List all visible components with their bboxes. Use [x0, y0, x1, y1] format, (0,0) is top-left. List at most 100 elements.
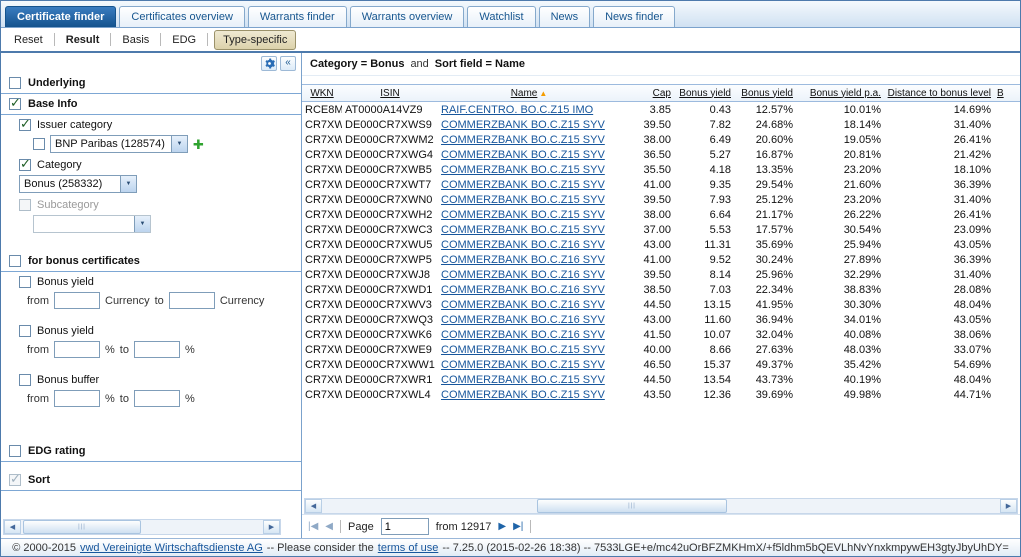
column-header-cap[interactable]: Cap	[620, 88, 674, 99]
next-page-icon[interactable]: ▶	[498, 521, 506, 532]
scrollbar-track[interactable]: |||	[322, 499, 1000, 513]
scroll-left-icon[interactable]: ◀	[305, 499, 322, 513]
subtab-edg[interactable]: EDG	[167, 32, 201, 48]
issuer-category-checkbox[interactable]	[19, 119, 31, 131]
subtab-reset[interactable]: Reset	[9, 32, 48, 48]
issuer-item-checkbox[interactable]	[33, 138, 45, 150]
to-input[interactable]	[134, 341, 180, 358]
to-input[interactable]	[169, 292, 215, 309]
table-row[interactable]: CR7XWT DE000CR7XWT7 COMMERZBANK BO.C.Z15…	[302, 177, 1020, 192]
last-page-icon[interactable]: ▶|	[513, 521, 523, 532]
edg-rating-checkbox[interactable]	[9, 445, 21, 457]
scroll-right-icon[interactable]: ▶	[1000, 499, 1017, 513]
table-row[interactable]: CR7XWR DE000CR7XWR1 COMMERZBANK BO.C.Z15…	[302, 372, 1020, 387]
sort-checkbox[interactable]	[9, 474, 21, 486]
column-header-distance[interactable]: Distance to bonus level	[884, 88, 994, 99]
scrollbar-thumb[interactable]: |||	[537, 499, 727, 513]
table-row[interactable]: CR7XWD DE000CR7XWD1 COMMERZBANK BO.C.Z16…	[302, 282, 1020, 297]
certificate-name-link[interactable]: COMMERZBANK BO.C.Z16 SYV	[441, 299, 605, 311]
column-header-isin[interactable]: ISIN	[342, 88, 438, 99]
certificate-name-link[interactable]: COMMERZBANK BO.C.Z15 SYV	[441, 134, 605, 146]
certificate-name-link[interactable]: COMMERZBANK BO.C.Z15 SYV	[441, 344, 605, 356]
issuer-select[interactable]: BNP Paribas (128574) ▼	[50, 135, 188, 153]
tab-warrants-overview[interactable]: Warrants overview	[350, 6, 465, 27]
table-row[interactable]: CR7XWS DE000CR7XWS9 COMMERZBANK BO.C.Z15…	[302, 117, 1020, 132]
tab-certificate-finder[interactable]: Certificate finder	[5, 6, 116, 27]
column-header-wkn[interactable]: WKN	[302, 88, 342, 99]
table-row[interactable]: CR7XWB DE000CR7XWB5 COMMERZBANK BO.C.Z15…	[302, 162, 1020, 177]
table-row[interactable]: CR7XWP DE000CR7XWP5 COMMERZBANK BO.C.Z16…	[302, 252, 1020, 267]
certificate-name-link[interactable]: COMMERZBANK BO.C.Z15 SYV	[441, 179, 605, 191]
base-info-checkbox[interactable]	[9, 98, 21, 110]
prev-page-icon[interactable]: ◀	[325, 521, 333, 532]
category-checkbox[interactable]	[19, 159, 31, 171]
bonus-certificates-checkbox[interactable]	[9, 255, 21, 267]
tab-watchlist[interactable]: Watchlist	[467, 6, 535, 27]
column-header-bonus-yield-pct[interactable]: Bonus yield	[734, 88, 796, 99]
column-header-name[interactable]: Name▲	[438, 88, 620, 99]
from-input[interactable]	[54, 341, 100, 358]
scrollbar-track[interactable]: |||	[21, 520, 263, 534]
column-header-bonus-yield-pa[interactable]: Bonus yield p.a.	[796, 88, 884, 99]
table-row[interactable]: CR7XWN DE000CR7XWN0 COMMERZBANK BO.C.Z15…	[302, 192, 1020, 207]
subtab-type-specific[interactable]: Type-specific	[214, 30, 296, 50]
tab-certificates-overview[interactable]: Certificates overview	[119, 6, 244, 27]
certificate-name-link[interactable]: COMMERZBANK BO.C.Z16 SYV	[441, 269, 605, 281]
certificate-name-link[interactable]: COMMERZBANK BO.C.Z15 SYV	[441, 389, 605, 401]
collapse-sidebar-icon[interactable]: «	[280, 56, 296, 71]
certificate-name-link[interactable]: RAIF.CENTRO. BO.C.Z15 IMO	[441, 104, 593, 116]
table-row[interactable]: CR7XWH DE000CR7XWH2 COMMERZBANK BO.C.Z15…	[302, 207, 1020, 222]
certificate-name-link[interactable]: COMMERZBANK BO.C.Z16 SYV	[441, 284, 605, 296]
tab-news-finder[interactable]: News finder	[593, 6, 675, 27]
bonus-buffer-checkbox[interactable]	[19, 374, 31, 386]
certificate-name-link[interactable]: COMMERZBANK BO.C.Z15 SYV	[441, 374, 605, 386]
company-link[interactable]: vwd Vereinigte Wirtschaftsdienste AG	[80, 542, 263, 554]
subtab-basis[interactable]: Basis	[117, 32, 154, 48]
table-row[interactable]: CR7XWM DE000CR7XWM2 COMMERZBANK BO.C.Z15…	[302, 132, 1020, 147]
table-row[interactable]: RCE8MH AT0000A14VZ9 RAIF.CENTRO. BO.C.Z1…	[302, 102, 1020, 117]
subcategory-select[interactable]: ▼	[33, 215, 151, 233]
certificate-name-link[interactable]: COMMERZBANK BO.C.Z16 SYV	[441, 254, 605, 266]
certificate-name-link[interactable]: COMMERZBANK BO.C.Z15 SYV	[441, 359, 605, 371]
table-horizontal-scrollbar[interactable]: ◀ ||| ▶	[304, 498, 1018, 514]
category-select[interactable]: Bonus (258332) ▼	[19, 175, 137, 193]
column-header-b-truncated[interactable]: B	[994, 88, 1020, 99]
table-row[interactable]: CR7XWV DE000CR7XWV3 COMMERZBANK BO.C.Z16…	[302, 297, 1020, 312]
gear-icon[interactable]	[261, 56, 277, 71]
table-row[interactable]: CR7XWW DE000CR7XWW1 COMMERZBANK BO.C.Z15…	[302, 357, 1020, 372]
certificate-name-link[interactable]: COMMERZBANK BO.C.Z16 SYV	[441, 314, 605, 326]
to-input[interactable]	[134, 390, 180, 407]
from-input[interactable]	[54, 390, 100, 407]
certificate-name-link[interactable]: COMMERZBANK BO.C.Z15 SYV	[441, 149, 605, 161]
subcategory-checkbox[interactable]	[19, 199, 31, 211]
certificate-name-link[interactable]: COMMERZBANK BO.C.Z16 SYV	[441, 329, 605, 341]
table-row[interactable]: CR7XWK DE000CR7XWK6 COMMERZBANK BO.C.Z16…	[302, 327, 1020, 342]
table-row[interactable]: CR7XWL DE000CR7XWL4 COMMERZBANK BO.C.Z15…	[302, 387, 1020, 402]
scroll-right-icon[interactable]: ▶	[263, 520, 280, 534]
add-issuer-icon[interactable]: ✚	[193, 138, 204, 151]
page-number-input[interactable]	[381, 518, 429, 535]
sidebar-horizontal-scrollbar[interactable]: ◀ ||| ▶	[3, 519, 281, 535]
first-page-icon[interactable]: |◀	[308, 521, 318, 532]
terms-of-use-link[interactable]: terms of use	[378, 542, 439, 554]
underlying-checkbox[interactable]	[9, 77, 21, 89]
scrollbar-thumb[interactable]: |||	[23, 520, 141, 534]
bonus-yield-currency-checkbox[interactable]	[19, 276, 31, 288]
table-row[interactable]: CR7XWC DE000CR7XWC3 COMMERZBANK BO.C.Z15…	[302, 222, 1020, 237]
certificate-name-link[interactable]: COMMERZBANK BO.C.Z15 SYV	[441, 224, 605, 236]
table-row[interactable]: CR7XWG DE000CR7XWG4 COMMERZBANK BO.C.Z15…	[302, 147, 1020, 162]
certificate-name-link[interactable]: COMMERZBANK BO.C.Z15 SYV	[441, 194, 605, 206]
bonus-yield-pct-checkbox[interactable]	[19, 325, 31, 337]
tab-news[interactable]: News	[539, 6, 591, 27]
scroll-left-icon[interactable]: ◀	[4, 520, 21, 534]
certificate-name-link[interactable]: COMMERZBANK BO.C.Z16 SYV	[441, 239, 605, 251]
table-row[interactable]: CR7XWJ DE000CR7XWJ8 COMMERZBANK BO.C.Z16…	[302, 267, 1020, 282]
table-row[interactable]: CR7XWE DE000CR7XWE9 COMMERZBANK BO.C.Z15…	[302, 342, 1020, 357]
from-input[interactable]	[54, 292, 100, 309]
subtab-result[interactable]: Result	[61, 32, 105, 48]
certificate-name-link[interactable]: COMMERZBANK BO.C.Z15 SYV	[441, 164, 605, 176]
column-header-bonus-yield[interactable]: Bonus yield	[674, 88, 734, 99]
tab-warrants-finder[interactable]: Warrants finder	[248, 6, 347, 27]
table-row[interactable]: CR7XWU DE000CR7XWU5 COMMERZBANK BO.C.Z16…	[302, 237, 1020, 252]
certificate-name-link[interactable]: COMMERZBANK BO.C.Z15 SYV	[441, 209, 605, 221]
